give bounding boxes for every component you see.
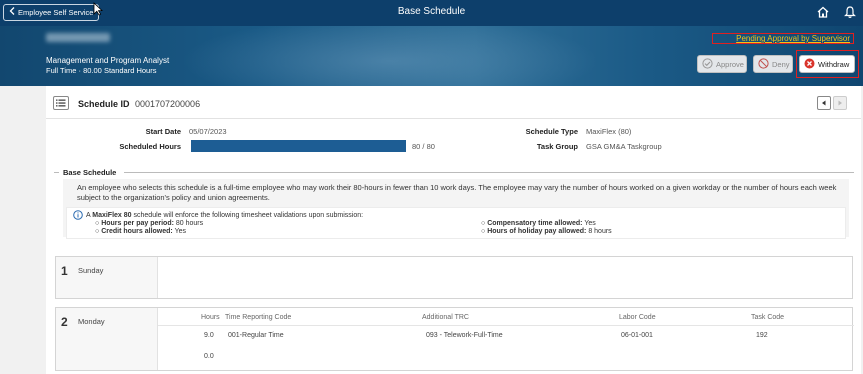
withdraw-button[interactable]: Withdraw	[799, 55, 855, 73]
column-header-labor-code: Labor Code	[619, 314, 656, 321]
column-header-task-code: Task Code	[751, 314, 785, 321]
header-row-divider	[158, 325, 854, 326]
validation-bullet: ○ Credit hours allowed: Yes	[95, 228, 186, 235]
validation-suffix: schedule will enforce the following time…	[133, 212, 364, 219]
top-bar: Employee Self Service Base Schedule	[0, 0, 863, 26]
validation-bullet: ○ Compensatory time allowed: Yes	[481, 220, 596, 227]
withdraw-button-label: Withdraw	[818, 59, 850, 69]
cell-hours: 9.0	[204, 332, 214, 339]
deny-button-label: Deny	[772, 59, 790, 69]
start-date-value: 05/07/2023	[189, 127, 227, 136]
schedule-id-label: Schedule ID	[78, 99, 130, 109]
cell-trc: 001-Regular Time	[228, 332, 284, 339]
column-header-trc: Time Reporting Code	[225, 314, 292, 321]
task-group-value: GSA GM&A Taskgroup	[586, 142, 662, 151]
start-date-label: Start Date	[145, 127, 181, 136]
cell-labor-code: 06-01-001	[621, 332, 653, 339]
column-header-hours: Hours	[201, 314, 220, 321]
validation-bullet: ○ Hours per pay period: 80 hours	[95, 220, 204, 227]
day-card-sunday: 1 Sunday	[55, 256, 853, 299]
home-icon[interactable]	[816, 5, 830, 21]
employee-name-redacted	[46, 33, 110, 42]
approval-status[interactable]: Pending Approval by Supervisor	[712, 33, 854, 44]
employee-banner: Management and Program Analyst Full Time…	[0, 26, 863, 86]
schedule-type-label: Schedule Type	[525, 127, 578, 136]
approve-button[interactable]: Approve	[697, 55, 747, 73]
schedule-type-value: MaxiFlex (80)	[586, 127, 632, 136]
scheduled-hours-value: 80 / 80	[412, 142, 435, 151]
caret-right-icon	[837, 99, 843, 108]
validation-prefix: A	[86, 212, 91, 219]
previous-button[interactable]	[817, 96, 831, 110]
info-icon	[73, 210, 83, 222]
page-title: Base Schedule	[397, 6, 466, 17]
day-number: 2	[61, 315, 68, 329]
next-button[interactable]	[833, 96, 847, 110]
schedule-description: An employee who selects this schedule is…	[77, 183, 837, 202]
validation-heading: A MaxiFlex 80 schedule will enforce the …	[86, 212, 363, 219]
schedule-panel: Schedule ID 0001707200006 Start Date 05/…	[46, 86, 861, 374]
list-menu-icon[interactable]	[53, 96, 69, 110]
header-divider	[46, 118, 861, 119]
validation-schedule-name: MaxiFlex 80	[92, 212, 132, 219]
cell-additional-trc: 093 - Telework-Full-Time	[426, 332, 503, 339]
scheduled-hours-label: Scheduled Hours	[119, 142, 181, 151]
day-header: 1 Sunday	[56, 257, 158, 298]
cell-hours: 0.0	[204, 353, 214, 360]
day-name: Monday	[78, 317, 105, 326]
check-circle-icon	[702, 57, 713, 71]
deny-button[interactable]: Deny	[753, 55, 793, 73]
day-name: Sunday	[78, 266, 104, 275]
validation-bullet: ○ Hours of holiday pay allowed: 8 hours	[481, 228, 612, 235]
cell-task-code: 192	[756, 332, 768, 339]
job-hours: Full Time · 80.00 Standard Hours	[46, 66, 157, 75]
notification-bell-icon[interactable]	[843, 5, 857, 21]
job-title: Management and Program Analyst	[46, 56, 170, 65]
day-card-monday: 2 Monday Hours Time Reporting Code Addit…	[55, 307, 854, 371]
section-line-right	[124, 172, 854, 173]
column-header-additional-trc: Additional TRC	[422, 314, 469, 321]
approve-button-label: Approve	[716, 59, 744, 69]
schedule-id-value: 0001707200006	[135, 99, 201, 109]
section-line-left	[54, 172, 59, 173]
day-header: 2 Monday	[56, 308, 158, 370]
task-group-label: Task Group	[536, 142, 578, 151]
withdraw-highlight: Withdraw	[796, 50, 859, 78]
caret-left-icon	[821, 99, 827, 108]
scheduled-hours-bar	[191, 140, 406, 152]
close-circle-icon	[804, 58, 815, 71]
ban-icon	[758, 57, 769, 71]
base-schedule-title: Base Schedule	[63, 168, 117, 177]
day-number: 1	[61, 264, 68, 278]
approval-status-label: Pending Approval by Supervisor	[736, 34, 850, 43]
